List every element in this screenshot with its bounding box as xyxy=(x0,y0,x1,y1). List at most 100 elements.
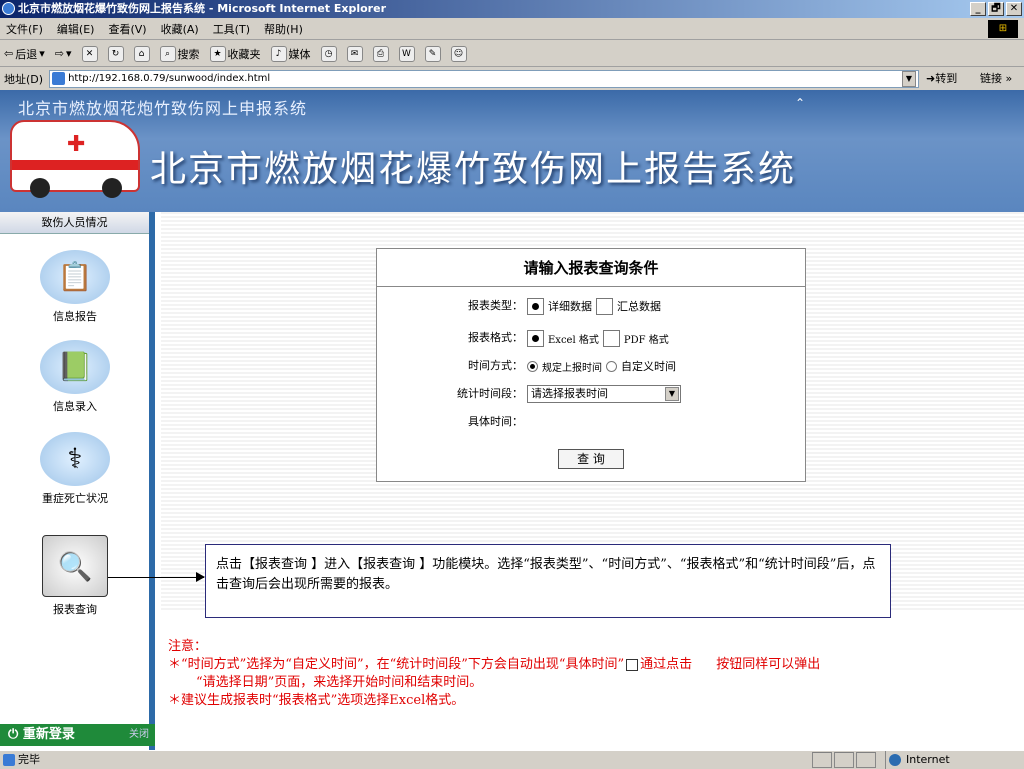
callout-arrow-line xyxy=(108,577,204,578)
close-window-button[interactable]: ✕ xyxy=(1006,2,1022,16)
print-icon[interactable]: ⎙ xyxy=(372,45,389,62)
note-line-3: ＊建议生成报表时“报表格式”选项选择Excel格式。 xyxy=(168,693,465,708)
time-mode-default-radio[interactable] xyxy=(527,360,538,372)
search-button[interactable]: ⌕ 搜索 xyxy=(159,45,200,62)
refresh-icon[interactable]: ↻ xyxy=(107,45,124,62)
sidebar-item-info-entry[interactable]: 📗 信息录入 xyxy=(0,340,150,414)
go-arrow-icon: ➜ xyxy=(926,72,936,85)
period-select[interactable]: 请选择报表时间 ▼ xyxy=(527,385,681,403)
forward-button[interactable]: ⇨ ▾ xyxy=(55,47,72,60)
calendar-icon xyxy=(626,658,639,671)
ambulance-wheel xyxy=(30,178,50,198)
sidebar-item-report-query[interactable]: 🔍 报表查询 xyxy=(0,534,150,618)
sidebar-item-severe-death[interactable]: ⚕ 重症死亡状况 xyxy=(0,432,150,506)
time-mode-label: 时间方式： xyxy=(468,359,523,372)
globe-icon xyxy=(889,754,901,766)
forward-arrow-icon: ⇨ xyxy=(54,47,64,60)
back-arrow-icon: ⇦ xyxy=(4,47,14,60)
window-title: 北京市燃放烟花爆竹致伤网上报告系统 - Microsoft Internet E… xyxy=(18,2,386,15)
menu-file[interactable]: 文件(F) xyxy=(6,21,43,37)
specific-time-row: 具体时间： xyxy=(377,411,807,433)
collapse-chevron-icon[interactable]: ⌃ xyxy=(795,96,805,110)
site-small-title: 北京市燃放烟花炮竹致伤网上申报系统 xyxy=(18,99,308,118)
sidebar-header: 致伤人员情况 xyxy=(0,212,149,234)
report-type-summary-radio[interactable] xyxy=(596,297,613,315)
address-label: 地址(D) xyxy=(4,73,44,86)
restore-button[interactable]: 🗗 xyxy=(988,2,1004,16)
time-mode-row: 时间方式： 规定上报时间 自定义时间 xyxy=(377,355,807,377)
status-cell xyxy=(834,752,854,768)
status-text: 完毕 xyxy=(18,753,40,766)
note-block: 注意： ＊“时间方式”选择为“自定义时间”，在“统计时间段”下方会自动出现“具体… xyxy=(168,638,1018,710)
page-done-icon xyxy=(3,754,15,766)
site-big-title: 北京市燃放烟花爆竹致伤网上报告系统 xyxy=(150,149,797,190)
go-button[interactable]: ➜转到 xyxy=(926,70,957,86)
report-query-form: 请输入报表查询条件 报表类型： 详细数据 汇总数据 报表格式： Excel 格式… xyxy=(376,248,806,482)
menu-tools[interactable]: 工具(T) xyxy=(213,21,250,37)
links-button[interactable]: 链接 » xyxy=(980,70,1012,86)
report-type-label: 报表类型： xyxy=(468,299,523,312)
report-type-detail-label: 详细数据 xyxy=(548,300,592,313)
ie-icon xyxy=(2,2,15,15)
report-type-detail-radio[interactable] xyxy=(527,297,544,315)
history-icon[interactable]: ◷ xyxy=(320,45,337,62)
relogin-label: 重新登录 xyxy=(22,727,75,742)
dropdown-arrow-icon: ▼ xyxy=(665,387,679,401)
query-button[interactable]: 查 询 xyxy=(558,449,624,469)
period-label: 统计时间段： xyxy=(457,387,523,400)
time-mode-custom-label: 自定义时间 xyxy=(621,360,676,373)
specific-time-label: 具体时间： xyxy=(468,415,523,428)
radio-dot xyxy=(532,302,539,310)
report-format-pdf-radio[interactable] xyxy=(602,329,620,347)
sidebar-item-info-report[interactable]: 📋 信息报告 xyxy=(0,250,150,324)
note-line-1a: ＊“时间方式”选择为“自定义时间”，在“统计时间段”下方会自动出现“具体时间” xyxy=(168,657,625,672)
time-mode-custom-radio[interactable] xyxy=(606,360,617,372)
report-format-row: 报表格式： Excel 格式 PDF 格式 xyxy=(377,327,807,349)
ambulance-stripe xyxy=(12,160,138,170)
stop-icon[interactable]: ✕ xyxy=(81,45,98,62)
window-titlebar: 北京市燃放烟花爆竹致伤网上报告系统 - Microsoft Internet E… xyxy=(0,0,1024,18)
media-label: 媒体 xyxy=(288,47,311,61)
site-banner: 北京市燃放烟花炮竹致伤网上申报系统 ✚ 北京市燃放烟花爆竹致伤网上报告系统 ⌃ xyxy=(0,90,1024,212)
home-icon[interactable]: ⌂ xyxy=(133,45,150,62)
messenger-icon[interactable]: ☺ xyxy=(450,45,467,62)
period-row: 统计时间段： 请选择报表时间 ▼ xyxy=(377,383,807,405)
windows-logo-icon: ⊞ xyxy=(988,20,1018,38)
report-format-excel-label: Excel 格式 xyxy=(548,334,599,346)
relogin-button[interactable]: ⏻ 重新登录 关闭 xyxy=(0,724,155,746)
report-form-icon: 📋 xyxy=(40,250,110,304)
media-icon: ♪ xyxy=(270,45,287,62)
sidebar-item-label: 信息报告 xyxy=(53,310,97,323)
search-label: 搜索 xyxy=(177,47,200,61)
page-content: 北京市燃放烟花炮竹致伤网上申报系统 ✚ 北京市燃放烟花爆竹致伤网上报告系统 ⌃ … xyxy=(0,90,1024,750)
time-mode-default-label: 规定上报时间 xyxy=(542,362,602,374)
address-input[interactable]: http://192.168.0.79/sunwood/index.html xyxy=(49,70,920,88)
toolbar: ⇦ 后退 ▾ ⇨ ▾ ✕ ↻ ⌂ ⌕ 搜索 ★ 收藏夹 ♪ 媒体 ◷ ✉ ⎙ W ✎ ☺ xyxy=(0,41,1024,67)
word-icon[interactable]: W xyxy=(398,45,415,62)
report-format-excel-radio[interactable] xyxy=(527,329,544,347)
address-dropdown-icon[interactable]: ▼ xyxy=(902,71,916,87)
status-bar: 完毕 Internet xyxy=(0,750,1024,769)
minimize-button[interactable]: _ xyxy=(970,2,986,16)
mail-icon[interactable]: ✉ xyxy=(346,45,363,62)
note-line-1: ＊“时间方式”选择为“自定义时间”，在“统计时间段”下方会自动出现“具体时间” 通… xyxy=(168,656,1018,674)
favorites-label: 收藏夹 xyxy=(227,47,261,61)
menu-favorites[interactable]: 收藏(A) xyxy=(161,21,199,37)
back-button[interactable]: ⇦ 后退 ▾ xyxy=(4,46,45,62)
back-label: 后退 xyxy=(15,47,38,61)
note-heading: 注意： xyxy=(168,639,208,654)
favorites-button[interactable]: ★ 收藏夹 xyxy=(209,45,261,62)
media-button[interactable]: ♪ 媒体 xyxy=(270,45,311,62)
menu-edit[interactable]: 编辑(E) xyxy=(57,21,95,37)
favorites-icon: ★ xyxy=(209,45,226,62)
ambulance-wheel xyxy=(102,178,122,198)
instruction-callout: 点击【报表查询 】进入【报表查询 】功能模块。选择“报表类型”、“时间方式”、“… xyxy=(205,544,891,618)
edit-icon[interactable]: ✎ xyxy=(424,45,441,62)
close-link[interactable]: 关闭 xyxy=(129,724,149,746)
menu-help[interactable]: 帮助(H) xyxy=(264,21,303,37)
red-cross-icon: ✚ xyxy=(67,132,86,157)
magnifier-icon: 🔍 xyxy=(42,535,108,597)
sidebar-item-label: 信息录入 xyxy=(53,400,97,413)
go-label: 转到 xyxy=(935,72,958,85)
menu-view[interactable]: 查看(V) xyxy=(108,21,146,37)
